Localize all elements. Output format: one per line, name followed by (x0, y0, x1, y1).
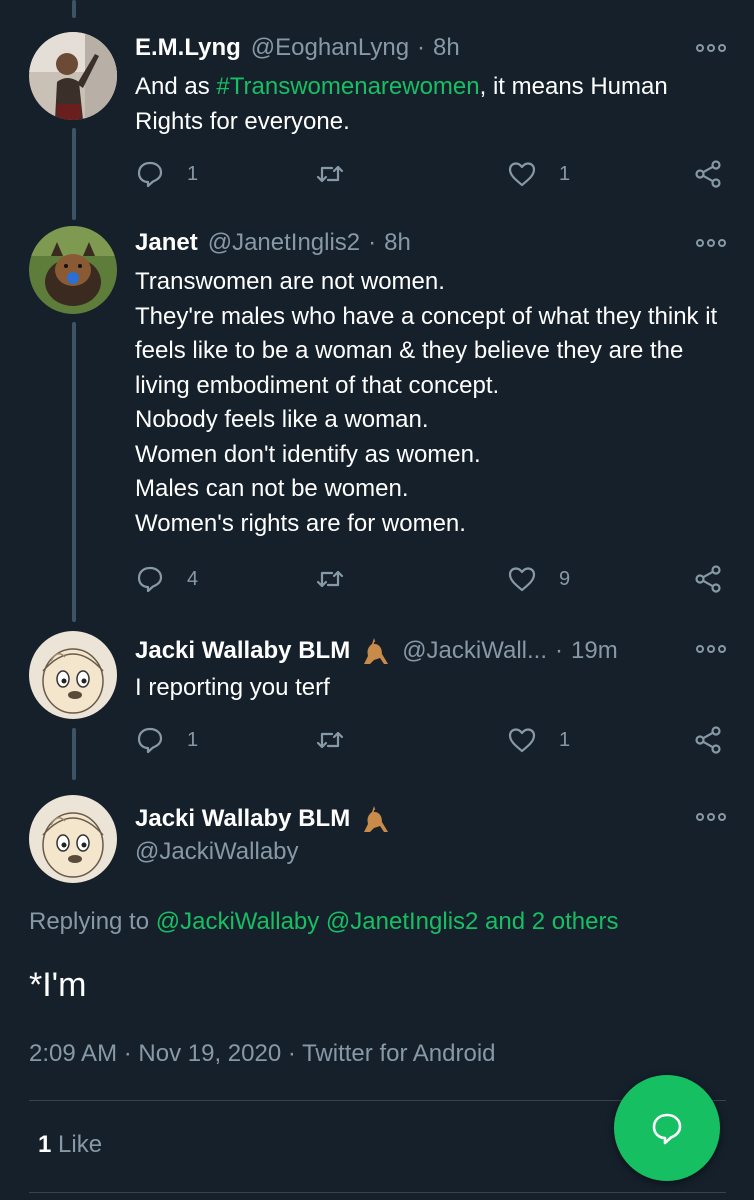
hashtag-link[interactable]: #Transwomenarewomen (216, 73, 479, 100)
tweet-line: Women's rights are for women. (135, 509, 466, 537)
tweet-actions: 1 1 (135, 159, 730, 193)
like-button[interactable]: 1 (507, 159, 570, 189)
avatar[interactable] (29, 32, 117, 120)
avatar[interactable] (29, 226, 117, 314)
tweet-date[interactable]: Nov 19, 2020 (138, 1040, 281, 1067)
tweet-line: Transwomen are not women. (135, 268, 445, 295)
timestamp[interactable]: 19m (571, 636, 618, 666)
more-icon[interactable] (696, 642, 726, 656)
kangaroo-emoji (358, 634, 392, 668)
reply-count: 1 (187, 728, 199, 751)
replying-prefix: Replying to (29, 908, 156, 935)
heart-icon (508, 162, 536, 187)
retweet-icon (316, 165, 344, 183)
avatar[interactable] (29, 631, 117, 719)
user-handle[interactable]: @JackiWall... (402, 636, 547, 666)
heart-icon (508, 728, 536, 753)
main-user-handle[interactable]: @JackiWallaby (135, 838, 299, 866)
tweet-line: They're males who have a concept of what… (135, 302, 718, 399)
reply-icon (137, 566, 163, 593)
tweet-line: Males can not be women. (135, 475, 409, 502)
reply-button[interactable]: 1 (135, 725, 198, 755)
separator-dot: · (555, 637, 564, 664)
reply-count: 1 (187, 162, 199, 185)
tweet-text: I reporting you terf (135, 674, 330, 701)
separator-dot: · (368, 229, 377, 256)
separator-dot: · (417, 34, 426, 61)
like-button[interactable]: 1 (507, 725, 570, 755)
tweet-text-part: And as (135, 73, 217, 100)
divider (29, 1192, 726, 1193)
more-icon[interactable] (696, 41, 726, 55)
like-count: 9 (559, 567, 571, 590)
tweet-janet[interactable]: Janet @JanetInglis2 · 8h Transwomen are … (0, 210, 754, 615)
tweet-time[interactable]: 2:09 AM (29, 1040, 117, 1067)
tweet-actions: 4 9 (135, 564, 730, 598)
user-handle[interactable]: @EoghanLyng (251, 33, 409, 63)
timestamp[interactable]: 8h (384, 228, 411, 258)
heart-icon (508, 567, 536, 592)
like-count: 1 (559, 162, 571, 185)
replying-to: Replying to @JackiWallaby @JanetInglis2 … (29, 908, 618, 936)
meta-separator: · (123, 1040, 139, 1067)
tweet-meta: 2:09 AM · Nov 19, 2020 · Twitter for And… (29, 1040, 496, 1068)
tweet-header: Janet @JanetInglis2 · 8h (135, 228, 411, 258)
reply-icon (137, 161, 163, 188)
reply-count: 4 (187, 567, 199, 590)
share-icon (695, 160, 721, 188)
retweet-icon (316, 731, 344, 749)
avatar[interactable] (29, 795, 117, 883)
tweet-line: Women don't identify as women. (135, 440, 481, 468)
tweet-emlyng[interactable]: E.M.Lyng @EoghanLyng · 8h And as #Transw… (0, 0, 754, 210)
like-button[interactable]: 9 (507, 564, 570, 594)
more-icon[interactable] (696, 810, 726, 824)
display-name[interactable]: Jacki Wallaby BLM (135, 805, 350, 833)
tweet-text: Transwomen are not women. They're males … (135, 265, 725, 541)
display-name[interactable]: Jacki Wallaby BLM (135, 636, 350, 666)
reply-button[interactable]: 4 (135, 564, 198, 594)
timestamp[interactable]: 8h (433, 33, 460, 63)
share-button[interactable] (693, 564, 723, 594)
retweet-button[interactable] (315, 564, 345, 594)
main-tweet-text: *I'm (29, 966, 87, 1004)
likes-label: Like (58, 1131, 103, 1158)
like-count: 1 (559, 728, 571, 751)
share-icon (695, 726, 721, 754)
likes-summary[interactable]: 1 Like (38, 1131, 102, 1159)
tweet-source[interactable]: Twitter for Android (302, 1040, 495, 1067)
likes-count: 1 (38, 1131, 52, 1158)
compose-reply-icon (652, 1113, 682, 1145)
user-handle[interactable]: @JanetInglis2 (208, 228, 360, 258)
reply-icon (137, 727, 163, 754)
retweet-icon (316, 570, 344, 588)
share-button[interactable] (693, 159, 723, 189)
display-name[interactable]: Janet (135, 228, 198, 258)
tweet-actions: 1 1 (135, 725, 730, 759)
compose-reply-button[interactable] (614, 1075, 720, 1181)
kangaroo-emoji (358, 802, 392, 836)
main-display-name[interactable]: Jacki Wallaby BLM (135, 802, 392, 836)
share-icon (695, 565, 721, 593)
more-icon[interactable] (696, 236, 726, 250)
meta-separator: · (287, 1040, 303, 1067)
tweet-header: E.M.Lyng @EoghanLyng · 8h (135, 33, 460, 63)
replying-users-link[interactable]: @JackiWallaby @JanetInglis2 and 2 others (156, 908, 619, 935)
reply-button[interactable]: 1 (135, 159, 198, 189)
share-button[interactable] (693, 725, 723, 755)
retweet-button[interactable] (315, 725, 345, 755)
tweet-text: And as #Transwomenarewomen, it means Hum… (135, 70, 725, 139)
tweet-header: Jacki Wallaby BLM @JackiWall... · 19m (135, 634, 618, 668)
tweet-line: Nobody feels like a woman. (135, 406, 429, 433)
display-name[interactable]: E.M.Lyng (135, 33, 241, 63)
tweet-jacki-reply[interactable]: Jacki Wallaby BLM @JackiWall... · 19m I … (0, 615, 754, 780)
retweet-button[interactable] (315, 159, 345, 189)
